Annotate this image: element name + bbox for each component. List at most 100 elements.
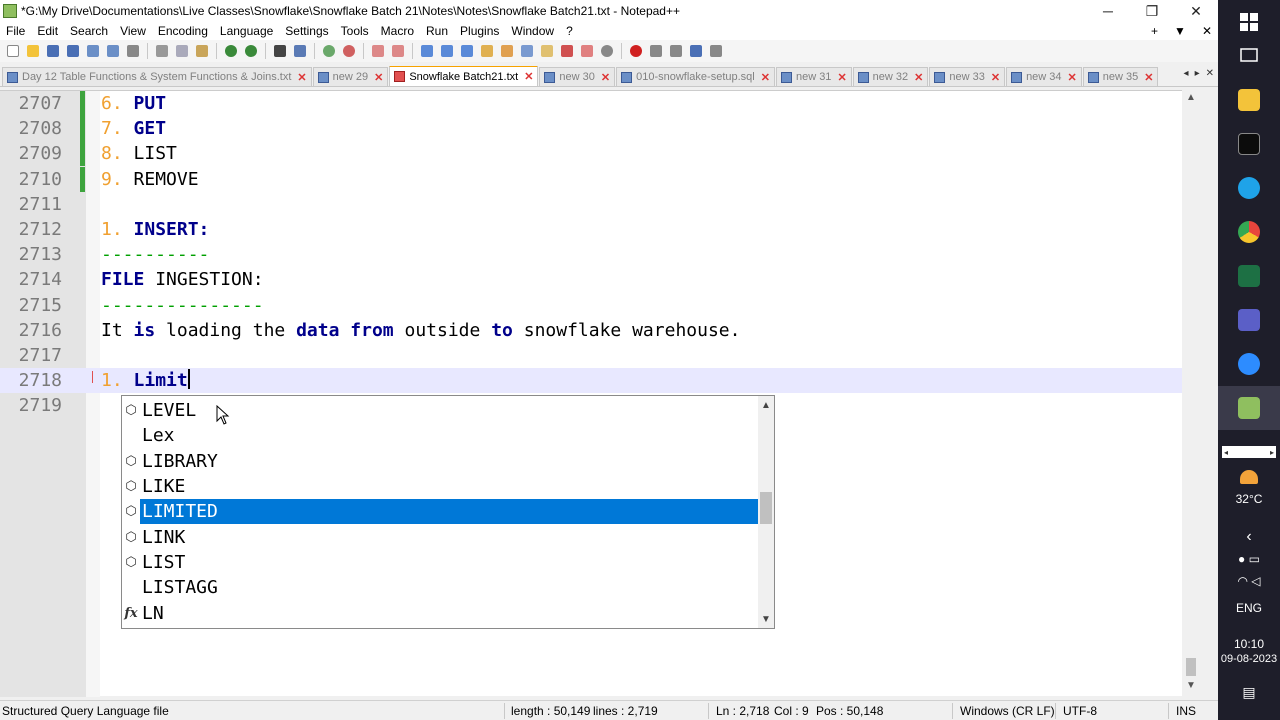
autocomplete-item[interactable]: ⬡ LINK	[122, 525, 760, 550]
menu-plugins[interactable]: Plugins	[454, 24, 505, 38]
editor-line[interactable]: 2707 6. PUT	[0, 91, 1185, 116]
teams-icon[interactable]	[1218, 298, 1280, 342]
editor-line[interactable]: 2708 7. GET	[0, 116, 1185, 142]
menu-file[interactable]: File	[0, 24, 31, 38]
tray-expand-chevron-icon[interactable]: ‹	[1218, 528, 1280, 546]
record-macro-icon[interactable]	[627, 43, 645, 59]
tab-8[interactable]: new 34 ✕	[1006, 67, 1082, 86]
scroll-up-arrow[interactable]: ▲	[1182, 90, 1200, 106]
editor-line[interactable]: 2716 It is loading the data from outside …	[0, 318, 1185, 343]
indent-guide-icon[interactable]	[458, 43, 476, 59]
language-indicator[interactable]: ENG	[1218, 601, 1280, 615]
autocomplete-scroll-down-icon[interactable]: ▼	[758, 612, 774, 628]
menu-settings[interactable]: Settings	[279, 24, 334, 38]
tab-close-icon[interactable]: ✕	[374, 71, 383, 84]
tab-list-dropdown[interactable]: ▼	[1174, 22, 1186, 40]
tab-close-icon[interactable]: ✕	[524, 70, 533, 83]
autocomplete-item[interactable]: Lex	[122, 423, 760, 448]
tab-4[interactable]: 010-snowflake-setup.sql ✕	[616, 67, 775, 86]
sync-horizontal-icon[interactable]	[389, 43, 407, 59]
autocomplete-item[interactable]: LISTAGG	[122, 575, 760, 600]
autocomplete-item[interactable]: ⬡ LIBRARY	[122, 449, 760, 474]
zoom-in-icon[interactable]	[320, 43, 338, 59]
editor-line[interactable]: 2714 FILE INGESTION:	[0, 267, 1185, 292]
menu-search[interactable]: Search	[64, 24, 114, 38]
tab-6[interactable]: new 32 ✕	[852, 67, 929, 86]
task-view-icon[interactable]	[1218, 34, 1280, 78]
play-macro-icon[interactable]	[667, 43, 685, 59]
find-icon[interactable]	[271, 43, 289, 59]
function-list-icon[interactable]	[518, 43, 536, 59]
editor-line[interactable]: 2709 8. LIST	[0, 141, 1185, 167]
zoom-icon[interactable]	[1218, 342, 1280, 386]
weather-icon[interactable]	[1218, 462, 1280, 492]
tab-close-icon[interactable]: ✕	[1068, 71, 1077, 84]
eraser-icon[interactable]	[578, 43, 596, 59]
tab-close-icon[interactable]: ✕	[601, 71, 610, 84]
new-tab-button[interactable]: +	[1151, 22, 1158, 40]
editor-line[interactable]: 2710 9. REMOVE	[0, 166, 1185, 192]
tab-5[interactable]: new 31 ✕	[775, 67, 852, 86]
tab-0[interactable]: Day 12 Table Functions & System Function…	[2, 67, 312, 86]
notification-center-icon[interactable]: ▤	[1218, 684, 1280, 701]
tab-close-icon[interactable]: ✕	[991, 71, 1000, 84]
close-button[interactable]: ✕	[1174, 0, 1218, 22]
tab-scroll-right-icon[interactable]: ▸	[1195, 68, 1200, 79]
word-wrap-icon[interactable]	[418, 43, 436, 59]
zoom-out-icon[interactable]	[340, 43, 358, 59]
document-map-icon[interactable]	[498, 43, 516, 59]
menu-language[interactable]: Language	[214, 24, 279, 38]
autocomplete-scroll-thumb[interactable]	[760, 492, 772, 524]
excel-icon[interactable]	[1218, 254, 1280, 298]
print-icon[interactable]	[124, 43, 142, 59]
tab-close-icon[interactable]: ✕	[297, 71, 306, 84]
save-macro-icon[interactable]	[707, 43, 725, 59]
tab-1[interactable]: new 29 ✕	[312, 67, 389, 86]
weather-temperature[interactable]: 32°C	[1218, 492, 1280, 506]
menu-view[interactable]: View	[114, 24, 152, 38]
tab-close-icon[interactable]: ✕	[761, 71, 770, 84]
close-all-icon[interactable]	[104, 43, 122, 59]
minimize-button[interactable]: ─	[1086, 0, 1130, 22]
file-explorer-icon[interactable]	[1218, 78, 1280, 122]
menu-encoding[interactable]: Encoding	[152, 24, 214, 38]
save-all-icon[interactable]	[64, 43, 82, 59]
paste-icon[interactable]	[193, 43, 211, 59]
undo-icon[interactable]	[222, 43, 240, 59]
autocomplete-item-selected[interactable]: ⬡ LIMITED	[122, 499, 760, 525]
autocomplete-item[interactable]: ⬡ LIKE	[122, 474, 760, 499]
autocomplete-scroll-up-icon[interactable]: ▲	[758, 398, 774, 414]
menu-help[interactable]: ?	[560, 24, 579, 38]
tab-7[interactable]: new 33 ✕	[929, 67, 1006, 86]
new-file-icon[interactable]	[4, 43, 22, 59]
tab-close-icon[interactable]: ✕	[1144, 71, 1153, 84]
replace-icon[interactable]	[291, 43, 309, 59]
status-insert-mode[interactable]: INS	[1176, 704, 1196, 718]
editor-line[interactable]: 2713 ----------	[0, 242, 1185, 267]
autocomplete-popup[interactable]: ⬡ LEVEL Lex ⬡ LIBRARY ⬡ LIKE ⬡ LIMITED ⬡ LINK ⬡ LIST…	[121, 395, 775, 629]
open-file-icon[interactable]	[24, 43, 42, 59]
cut-icon[interactable]	[153, 43, 171, 59]
preview-eye-icon[interactable]	[598, 43, 616, 59]
save-icon[interactable]	[44, 43, 62, 59]
menu-run[interactable]: Run	[420, 24, 454, 38]
editor-line[interactable]: 2711	[0, 192, 1185, 217]
stop-macro-icon[interactable]	[647, 43, 665, 59]
tab-close-icon[interactable]: ✕	[837, 71, 846, 84]
editor-line[interactable]: 2715 ---------------	[0, 293, 1185, 318]
scroll-thumb[interactable]	[1186, 658, 1196, 676]
terminal-icon[interactable]	[1218, 122, 1280, 166]
notepadpp-taskbar-icon[interactable]	[1218, 386, 1280, 430]
menu-macro[interactable]: Macro	[375, 24, 420, 38]
menu-tools[interactable]: Tools	[335, 24, 375, 38]
tab-close-icon[interactable]: ✕	[914, 71, 923, 84]
sync-vertical-icon[interactable]	[369, 43, 387, 59]
folder-workspace-icon[interactable]	[538, 43, 556, 59]
copy-icon[interactable]	[173, 43, 191, 59]
udl-icon[interactable]	[478, 43, 496, 59]
tab-2[interactable]: Snowflake Batch21.txt ✕	[389, 66, 539, 86]
tab-close-active-icon[interactable]: ✕	[1206, 68, 1214, 79]
restore-button[interactable]: ❐	[1130, 0, 1174, 22]
editor-vertical-scrollbar[interactable]: ▲ ▼	[1182, 90, 1200, 696]
run-macro-multiple-icon[interactable]	[687, 43, 705, 59]
